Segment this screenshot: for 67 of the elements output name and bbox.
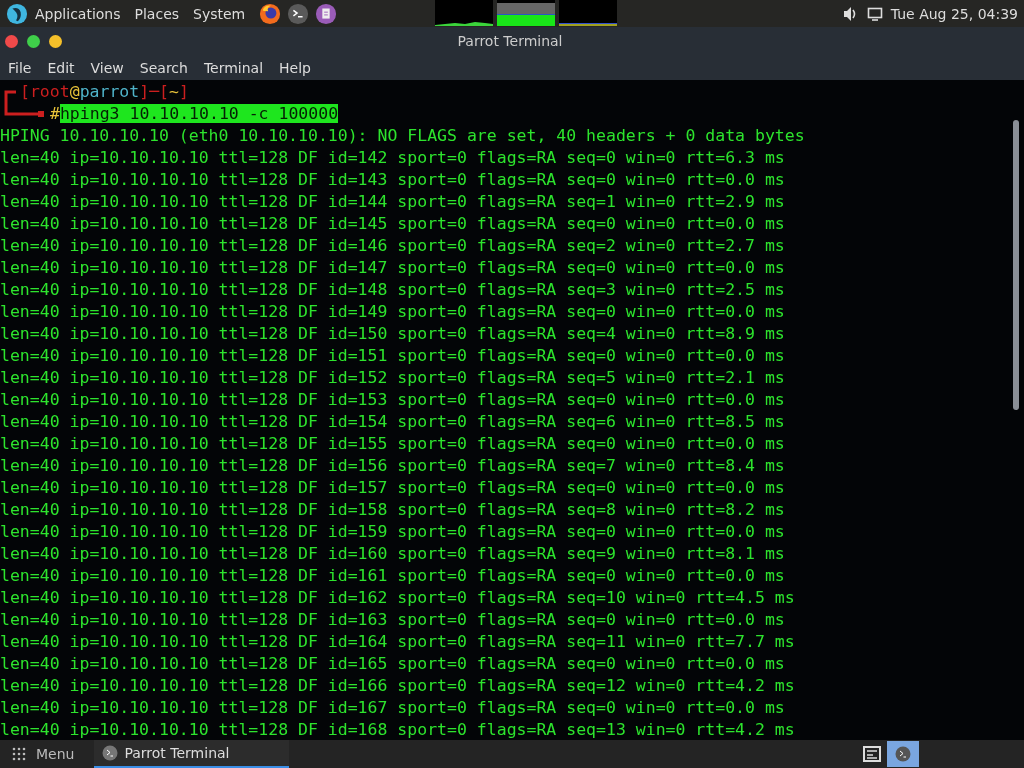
app-grid-icon[interactable] <box>12 747 26 761</box>
output-line: len=40 ip=10.10.10.10 ttl=128 DF id=148 sport=0 flags=RA seq=3 win=0 rtt=2.5 ms <box>0 279 786 301</box>
output-line: len=40 ip=10.10.10.10 ttl=128 DF id=162 sport=0 flags=RA seq=10 win=0 rtt=4.5 ms <box>0 587 796 609</box>
output-line: len=40 ip=10.10.10.10 ttl=128 DF id=163 sport=0 flags=RA seq=0 win=0 rtt=0.0 ms <box>0 609 786 631</box>
menu-item[interactable]: Help <box>279 59 311 76</box>
panel-menu[interactable]: Places <box>134 5 180 22</box>
output-line: len=40 ip=10.10.10.10 ttl=128 DF id=168 sport=0 flags=RA seq=13 win=0 rtt=4.2 ms <box>0 719 796 740</box>
panel-menu[interactable]: Applications <box>35 5 121 22</box>
output-line: len=40 ip=10.10.10.10 ttl=128 DF id=145 sport=0 flags=RA seq=0 win=0 rtt=0.0 ms <box>0 213 786 235</box>
output-line: len=40 ip=10.10.10.10 ttl=128 DF id=150 sport=0 flags=RA seq=4 win=0 rtt=8.9 ms <box>0 323 786 345</box>
output-line: len=40 ip=10.10.10.10 ttl=128 DF id=166 sport=0 flags=RA seq=12 win=0 rtt=4.2 ms <box>0 675 796 697</box>
output-line: len=40 ip=10.10.10.10 ttl=128 DF id=161 sport=0 flags=RA seq=0 win=0 rtt=0.0 ms <box>0 565 786 587</box>
menu-button[interactable]: Menu <box>36 746 75 762</box>
output-line: len=40 ip=10.10.10.10 ttl=128 DF id=147 sport=0 flags=RA seq=0 win=0 rtt=0.0 ms <box>0 257 786 279</box>
prompt-text: @ <box>69 82 80 101</box>
output-line: len=40 ip=10.10.10.10 ttl=128 DF id=146 sport=0 flags=RA seq=2 win=0 rtt=2.7 ms <box>0 235 786 257</box>
output-line: len=40 ip=10.10.10.10 ttl=128 DF id=154 sport=0 flags=RA seq=6 win=0 rtt=8.5 ms <box>0 411 786 433</box>
prompt-text: root <box>29 82 70 101</box>
output-line: len=40 ip=10.10.10.10 ttl=128 DF id=156 sport=0 flags=RA seq=7 win=0 rtt=8.4 ms <box>0 455 786 477</box>
output-line: len=40 ip=10.10.10.10 ttl=128 DF id=152 sport=0 flags=RA seq=5 win=0 rtt=2.1 ms <box>0 367 786 389</box>
output-line: len=40 ip=10.10.10.10 ttl=128 DF id=155 sport=0 flags=RA seq=0 win=0 rtt=0.0 ms <box>0 433 786 455</box>
keyboard-icon[interactable] <box>863 745 881 763</box>
menu-item[interactable]: Edit <box>47 59 75 76</box>
menu-item[interactable]: View <box>90 59 124 76</box>
task-button[interactable]: Parrot Terminal <box>94 740 290 768</box>
output-line: len=40 ip=10.10.10.10 ttl=128 DF id=164 sport=0 flags=RA seq=11 win=0 rtt=7.7 ms <box>0 631 796 653</box>
clock[interactable]: Tue Aug 25, 04:39 <box>890 5 1018 22</box>
prompt-text: [ <box>20 82 30 101</box>
output-line: len=40 ip=10.10.10.10 ttl=128 DF id=143 sport=0 flags=RA seq=0 win=0 rtt=0.0 ms <box>0 169 786 191</box>
minimize-button[interactable] <box>49 34 62 48</box>
prompt-text: ~ <box>169 82 179 101</box>
output-line: len=40 ip=10.10.10.10 ttl=128 DF id=142 sport=0 flags=RA seq=0 win=0 rtt=6.3 ms <box>0 147 786 169</box>
text-editor-icon[interactable] <box>315 2 338 25</box>
close-button[interactable] <box>5 34 18 48</box>
terminal-icon <box>102 745 119 761</box>
prompt-text: ] <box>179 82 189 101</box>
output-line: len=40 ip=10.10.10.10 ttl=128 DF id=157 sport=0 flags=RA seq=0 win=0 rtt=0.0 ms <box>0 477 786 499</box>
cpu-graph <box>435 0 494 26</box>
prompt-text: ─ <box>149 82 160 101</box>
menu-item[interactable]: File <box>8 59 32 76</box>
network-graph <box>559 0 618 26</box>
menu-item[interactable]: Terminal <box>203 59 264 76</box>
prompt-text: parrot <box>79 82 140 101</box>
output-line: len=40 ip=10.10.10.10 ttl=128 DF id=144 sport=0 flags=RA seq=1 win=0 rtt=2.9 ms <box>0 191 786 213</box>
window-title: Parrot Terminal <box>456 33 564 49</box>
memory-graph <box>497 0 556 26</box>
workspace-button[interactable] <box>887 741 919 767</box>
output-line: len=40 ip=10.10.10.10 ttl=128 DF id=167 sport=0 flags=RA seq=0 win=0 rtt=0.0 ms <box>0 697 786 719</box>
scrollbar[interactable] <box>1013 120 1019 410</box>
prompt-text: ] <box>139 82 150 101</box>
output-line: len=40 ip=10.10.10.10 ttl=128 DF id=158 sport=0 flags=RA seq=8 win=0 rtt=8.2 ms <box>0 499 786 521</box>
terminal-icon[interactable] <box>287 2 310 25</box>
output-line: len=40 ip=10.10.10.10 ttl=128 DF id=160 sport=0 flags=RA seq=9 win=0 rtt=8.1 ms <box>0 543 786 565</box>
browser-icon[interactable] <box>259 2 282 25</box>
prompt-text: [ <box>159 82 170 101</box>
display-icon[interactable] <box>866 5 883 22</box>
maximize-button[interactable] <box>27 34 40 48</box>
output-line: len=40 ip=10.10.10.10 ttl=128 DF id=151 sport=0 flags=RA seq=0 win=0 rtt=0.0 ms <box>0 345 786 367</box>
menu-item[interactable]: Search <box>139 59 188 76</box>
prompt-symbol: # <box>50 104 60 123</box>
output-line: len=40 ip=10.10.10.10 ttl=128 DF id=165 sport=0 flags=RA seq=0 win=0 rtt=0.0 ms <box>0 653 786 675</box>
output-line: len=40 ip=10.10.10.10 ttl=128 DF id=159 sport=0 flags=RA seq=0 win=0 rtt=0.0 ms <box>0 521 786 543</box>
panel-menu[interactable]: System <box>193 5 246 22</box>
output-line: len=40 ip=10.10.10.10 ttl=128 DF id=153 sport=0 flags=RA seq=0 win=0 rtt=0.0 ms <box>0 389 786 411</box>
terminal-icon <box>895 746 911 762</box>
output-line: HPING 10.10.10.10 (eth0 10.10.10.10): NO FLAGS are set, 40 headers + 0 data bytes <box>0 125 806 147</box>
output-line: len=40 ip=10.10.10.10 ttl=128 DF id=149 sport=0 flags=RA seq=0 win=0 rtt=0.0 ms <box>0 301 786 323</box>
